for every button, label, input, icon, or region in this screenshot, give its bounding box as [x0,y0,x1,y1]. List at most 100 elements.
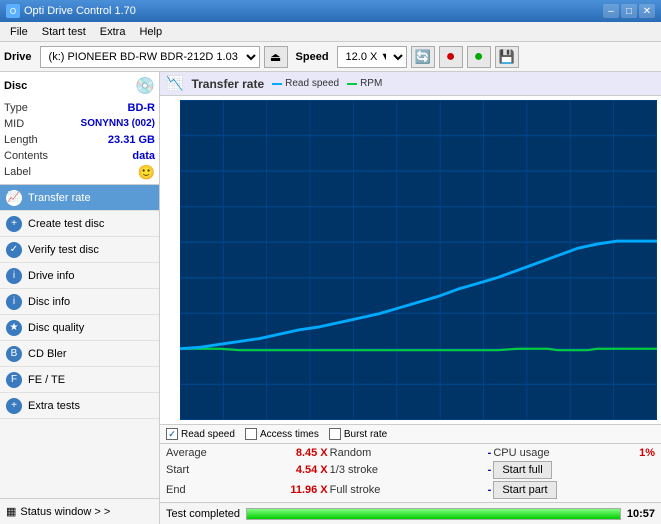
legend-read-speed: Read speed [272,78,339,89]
nav-disc-info[interactable]: i Disc info [0,289,159,315]
stat-full-stroke: Full stroke - [330,481,492,499]
nav-transfer-rate[interactable]: 📈 Transfer rate [0,185,159,211]
start-part-button[interactable]: Start part [493,481,556,499]
drive-select[interactable]: (k:) PIONEER BD-RW BDR-212D 1.03 [40,46,260,68]
start-label: Start [166,464,189,476]
fe-te-icon: F [6,372,22,388]
window-title: Opti Drive Control 1.70 [24,5,136,17]
nav-drive-info[interactable]: i Drive info [0,263,159,289]
transfer-rate-icon: 📈 [6,190,22,206]
nav-verify-test-disc[interactable]: ✓ Verify test disc [0,237,159,263]
disc-length-value: 23.31 GB [108,132,155,148]
status-bar: Test completed 10:57 [160,502,661,524]
disc-type-label: Type [4,100,28,116]
nav-create-test-disc[interactable]: + Create test disc [0,211,159,237]
stat-end: End 11.96 X [166,481,328,499]
nav-extra-tests-label: Extra tests [28,400,80,412]
disc-label-smiley[interactable]: 🙂 [138,164,155,180]
disc-quality-icon: ★ [6,320,22,336]
progress-bar-fill [247,509,620,519]
speed-label: Speed [292,51,333,63]
disc-length-label: Length [4,132,38,148]
menu-start-test[interactable]: Start test [36,24,92,40]
disc-mid-label: MID [4,116,24,132]
read-speed-checkbox-label: Read speed [181,429,235,440]
checkbox-read-speed[interactable]: ✓ Read speed [166,428,235,440]
status-time: 10:57 [627,508,655,520]
burst-rate-checkbox[interactable] [329,428,341,440]
status-window-button[interactable]: ▦ Status window > > [0,498,159,524]
disc-mid-value: SONYNN3 (002) [81,116,155,132]
legend-read-speed-dot [272,83,282,85]
access-times-checkbox[interactable] [245,428,257,440]
checkbox-access-times[interactable]: Access times [245,428,319,440]
nav-drive-info-label: Drive info [28,270,74,282]
burst-rate-checkbox-label: Burst rate [344,429,387,440]
disc-info-panel: Disc 💿 Type BD-R MID SONYNN3 (002) Lengt… [0,72,159,185]
onethird-label: 1/3 stroke [330,464,378,476]
disc-info-icon: i [6,294,22,310]
status-text: Test completed [166,508,240,520]
stat-onethird: 1/3 stroke - [330,461,492,479]
cpu-label: CPU usage [493,447,549,459]
checkbox-burst-rate[interactable]: Burst rate [329,428,387,440]
disc-contents-label: Contents [4,148,48,164]
refresh-button[interactable]: 🔄 [411,46,435,68]
disc-type-value: BD-R [128,100,156,116]
chart-title: Transfer rate [191,77,264,91]
legend-rpm-dot [347,83,357,85]
nav-disc-info-label: Disc info [28,296,70,308]
minimize-button[interactable]: – [603,4,619,18]
start-full-button[interactable]: Start full [493,461,551,479]
cpu-value: 1% [639,447,655,459]
speed-select[interactable]: 12.0 X ▼ [337,46,407,68]
green-button[interactable]: ● [467,46,491,68]
sidebar: Disc 💿 Type BD-R MID SONYNN3 (002) Lengt… [0,72,160,524]
cd-bler-icon: B [6,346,22,362]
nav-create-test-disc-label: Create test disc [28,218,104,230]
nav-fe-te[interactable]: F FE / TE [0,367,159,393]
content-area: 📉 Transfer rate Read speed RPM [160,72,661,524]
create-test-disc-icon: + [6,216,22,232]
stat-start-part: Start part [493,481,655,499]
stat-random: Random - [330,447,492,459]
maximize-button[interactable]: □ [621,4,637,18]
transfer-rate-chart: 2X 4X 6X 8X 10X 12X 14X 16X 18X 0.0 2.5 … [180,100,657,420]
toolbar: Drive (k:) PIONEER BD-RW BDR-212D 1.03 ⏏… [0,42,661,72]
end-label: End [166,484,186,496]
full-stroke-label: Full stroke [330,484,381,496]
menu-bar: File Start test Extra Help [0,22,661,42]
legend-read-speed-label: Read speed [285,78,339,89]
close-button[interactable]: ✕ [639,4,655,18]
menu-file[interactable]: File [4,24,34,40]
access-times-checkbox-label: Access times [260,429,319,440]
chart-header: 📉 Transfer rate Read speed RPM [160,72,661,96]
disc-icon-button[interactable]: 💿 [135,76,155,96]
extra-tests-icon: + [6,398,22,414]
status-window-icon: ▦ [6,505,16,518]
nav-cd-bler[interactable]: B CD Bler [0,341,159,367]
random-value: - [488,447,492,459]
end-value: 11.96 X [290,484,327,496]
disc-header-label: Disc [4,80,27,92]
eject-button[interactable]: ⏏ [264,46,288,68]
save-button[interactable]: 💾 [495,46,519,68]
average-label: Average [166,447,207,459]
nav-cd-bler-label: CD Bler [28,348,67,360]
stat-start: Start 4.54 X [166,461,328,479]
app-icon: O [6,4,20,18]
menu-extra[interactable]: Extra [94,24,132,40]
nav-extra-tests[interactable]: + Extra tests [0,393,159,419]
read-speed-checkbox[interactable]: ✓ [166,428,178,440]
random-label: Random [330,447,372,459]
onethird-value: - [488,464,492,476]
red-button[interactable]: ● [439,46,463,68]
chart-bottom: ✓ Read speed Access times Burst rate [160,424,661,443]
stat-average: Average 8.45 X [166,447,328,459]
title-bar: O Opti Drive Control 1.70 – □ ✕ [0,0,661,22]
nav-disc-quality[interactable]: ★ Disc quality [0,315,159,341]
chart-header-icon: 📉 [166,75,183,92]
main-layout: Disc 💿 Type BD-R MID SONYNN3 (002) Lengt… [0,72,661,524]
stat-start-full: Start full [493,461,655,479]
menu-help[interactable]: Help [133,24,168,40]
